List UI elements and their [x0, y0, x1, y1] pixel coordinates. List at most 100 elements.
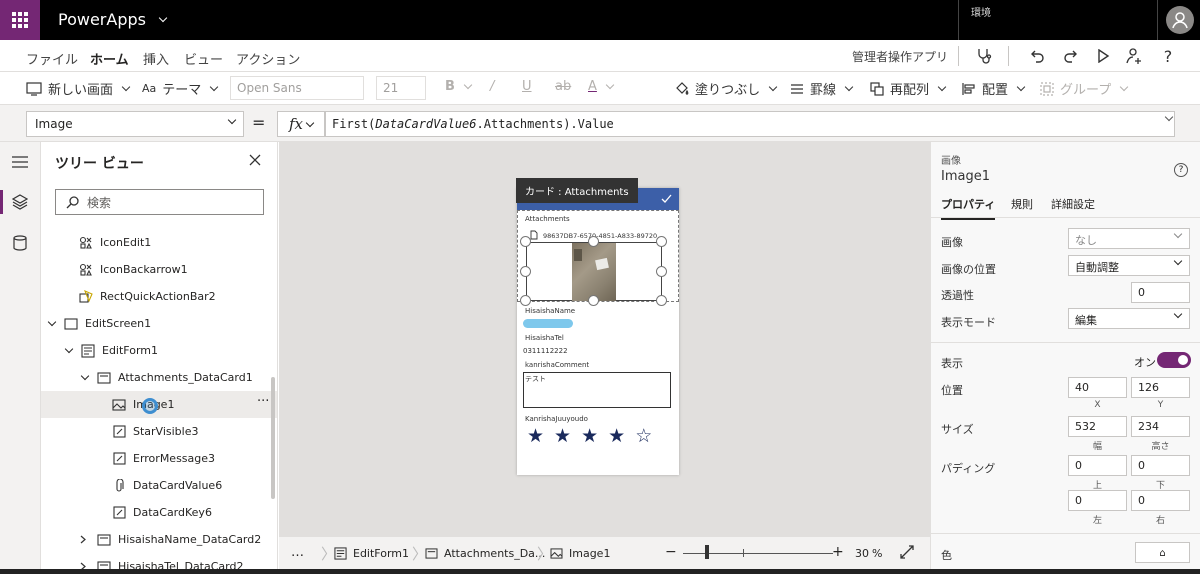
- close-icon[interactable]: [249, 154, 261, 166]
- transparency-input[interactable]: 0: [1131, 282, 1190, 303]
- align-button[interactable]: 配置: [962, 79, 1026, 98]
- padding-left-input[interactable]: 0: [1068, 490, 1127, 511]
- resize-handle[interactable]: [520, 236, 531, 247]
- bold-icon[interactable]: B: [445, 79, 473, 94]
- color-picker[interactable]: ⌂: [1135, 542, 1190, 563]
- position-x-input[interactable]: 40: [1068, 377, 1127, 398]
- app-title-menu[interactable]: PowerApps: [58, 10, 168, 29]
- resize-handle[interactable]: [656, 266, 667, 277]
- font-size-select[interactable]: 21: [376, 76, 426, 100]
- underline-icon[interactable]: U: [522, 79, 532, 94]
- italic-icon[interactable]: /: [490, 79, 494, 94]
- display-mode-select[interactable]: 編集: [1068, 308, 1190, 329]
- menu-tab-home[interactable]: ホーム: [90, 49, 129, 75]
- group-button[interactable]: グループ: [1040, 79, 1129, 98]
- new-screen-button[interactable]: 新しい画面: [26, 79, 131, 98]
- property-select[interactable]: Image: [26, 111, 244, 137]
- resize-handle[interactable]: [656, 236, 667, 247]
- resize-handle[interactable]: [588, 295, 599, 306]
- app-screen-preview[interactable]: Attachments 98637DB7-6570-4851-A833-8972…: [517, 188, 679, 475]
- padding-bottom-input[interactable]: 0: [1131, 455, 1190, 476]
- tree-item-starvisible3[interactable]: StarVisible3: [41, 418, 277, 445]
- environment-picker[interactable]: 環境: [958, 0, 1158, 40]
- help-icon[interactable]: ?: [1157, 45, 1179, 67]
- tree-item-iconedit1[interactable]: IconEdit1: [41, 229, 277, 256]
- fit-to-window-icon[interactable]: [900, 545, 914, 559]
- padding-right-input[interactable]: 0: [1131, 490, 1190, 511]
- hamburger-icon[interactable]: [12, 156, 28, 168]
- checkmark-icon[interactable]: [661, 194, 672, 203]
- star-filled-icon[interactable]: ★: [554, 426, 571, 446]
- expanded-chevron-icon[interactable]: [62, 344, 74, 354]
- size-height-input[interactable]: 234: [1131, 416, 1190, 437]
- formula-input[interactable]: First(DataCardValue6.Attachments).Value: [325, 111, 1175, 137]
- star-filled-icon[interactable]: ★: [608, 426, 625, 446]
- redo-icon[interactable]: [1059, 45, 1081, 67]
- collapsed-chevron-icon[interactable]: [78, 535, 88, 544]
- tab-advanced[interactable]: 詳細設定: [1051, 196, 1095, 212]
- font-color-icon[interactable]: A: [588, 79, 615, 94]
- resize-handle[interactable]: [656, 295, 667, 306]
- breadcrumb-editform1[interactable]: EditForm1: [334, 547, 409, 560]
- resize-handle[interactable]: [520, 266, 531, 277]
- comment-input[interactable]: テスト: [523, 372, 671, 408]
- tree-item-iconbackarrow1[interactable]: IconBackarrow1: [41, 256, 277, 283]
- fill-button[interactable]: 塗りつぶし: [675, 79, 778, 98]
- more-crumbs-button[interactable]: …: [291, 545, 304, 560]
- fx-button[interactable]: fx: [277, 111, 325, 137]
- share-user-icon[interactable]: [1124, 45, 1146, 67]
- border-button[interactable]: 罫線: [790, 79, 854, 98]
- control-name: Image1: [941, 169, 990, 184]
- menu-tab-view[interactable]: ビュー: [184, 49, 223, 68]
- tree-item-hisaishaname-datacard2[interactable]: HisaishaName_DataCard2: [41, 526, 277, 553]
- image-select[interactable]: なし: [1068, 228, 1190, 249]
- breadcrumb-image1[interactable]: Image1: [550, 547, 610, 560]
- size-width-input[interactable]: 532: [1068, 416, 1127, 437]
- app-launcher-waffle-icon[interactable]: [0, 0, 40, 40]
- tree-item-datacardvalue6[interactable]: DataCardValue6: [41, 472, 277, 499]
- reorder-button[interactable]: 再配列: [870, 79, 947, 98]
- tab-rules[interactable]: 規則: [1011, 196, 1033, 212]
- font-family-select[interactable]: Open Sans: [230, 76, 364, 100]
- theme-button[interactable]: Aa テーマ: [142, 79, 219, 98]
- tree-item-errormessage3[interactable]: ErrorMessage3: [41, 445, 277, 472]
- cursor-indicator: [142, 398, 158, 414]
- tree-item-editform1[interactable]: EditForm1: [41, 337, 277, 364]
- expanded-chevron-icon[interactable]: [45, 317, 57, 327]
- star-filled-icon[interactable]: ★: [527, 426, 544, 446]
- visible-toggle[interactable]: [1157, 352, 1191, 368]
- menu-tab-file[interactable]: ファイル: [26, 49, 78, 68]
- zoom-slider-thumb[interactable]: [705, 545, 709, 559]
- menu-tab-insert[interactable]: 挿入: [143, 49, 169, 68]
- rating-control[interactable]: ★ ★ ★ ★ ☆: [527, 426, 652, 446]
- zoom-out-button[interactable]: −: [665, 544, 677, 560]
- tree-item-rectquickactionbar2[interactable]: RectQuickActionBar2: [41, 283, 277, 310]
- layers-icon[interactable]: [12, 194, 28, 210]
- position-x-caption: X: [1094, 400, 1101, 410]
- user-avatar[interactable]: [1166, 6, 1194, 34]
- image-position-select[interactable]: 自動調整: [1068, 255, 1190, 276]
- stethoscope-icon[interactable]: [973, 45, 995, 67]
- padding-top-input[interactable]: 0: [1068, 455, 1127, 476]
- star-filled-icon[interactable]: ★: [581, 426, 598, 446]
- tree-item-attachments-datacard1[interactable]: Attachments_DataCard1: [41, 364, 277, 391]
- resize-handle[interactable]: [520, 295, 531, 306]
- strikethrough-icon[interactable]: ab: [555, 79, 571, 94]
- star-empty-icon[interactable]: ☆: [635, 426, 652, 446]
- breadcrumb-attachments-datacard[interactable]: Attachments_Da...: [425, 547, 545, 560]
- tree-scrollbar[interactable]: [271, 377, 275, 499]
- play-icon[interactable]: [1092, 45, 1114, 67]
- tree-item-datacardkey6[interactable]: DataCardKey6: [41, 499, 277, 526]
- tree-item-image1[interactable]: Image1 ···: [41, 391, 277, 418]
- help-icon[interactable]: ?: [1174, 163, 1188, 177]
- expanded-chevron-icon[interactable]: [78, 371, 90, 381]
- tree-search-input[interactable]: 検索: [55, 189, 264, 215]
- more-options-icon[interactable]: ···: [257, 394, 269, 409]
- database-icon[interactable]: [13, 235, 27, 251]
- menu-tab-action[interactable]: アクション: [236, 49, 300, 68]
- tree-item-editscreen1[interactable]: EditScreen1: [41, 310, 277, 337]
- resize-handle[interactable]: [588, 236, 599, 247]
- position-y-input[interactable]: 126: [1131, 377, 1190, 398]
- zoom-in-button[interactable]: +: [832, 544, 844, 560]
- undo-icon[interactable]: [1027, 45, 1049, 67]
